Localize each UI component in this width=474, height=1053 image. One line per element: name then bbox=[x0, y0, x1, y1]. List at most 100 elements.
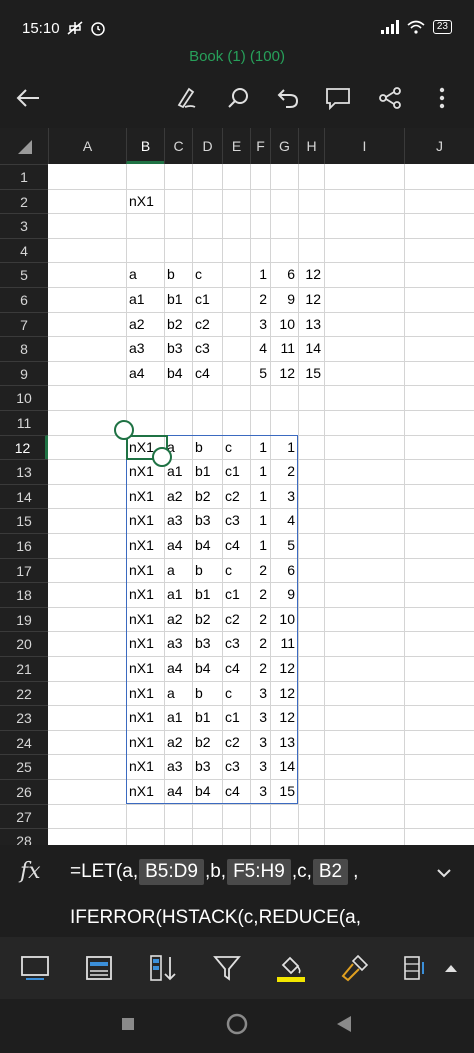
row-header-24[interactable]: 24 bbox=[0, 729, 48, 755]
row-header-4[interactable]: 4 bbox=[0, 237, 48, 263]
row-header-22[interactable]: 22 bbox=[0, 680, 48, 706]
row-header-20[interactable]: 20 bbox=[0, 631, 48, 656]
row-header-19[interactable]: 19 bbox=[0, 606, 48, 632]
select-all-icon[interactable] bbox=[18, 140, 32, 154]
row-header-13[interactable]: 13 bbox=[0, 459, 48, 484]
column-header-b[interactable]: B bbox=[126, 128, 164, 164]
cell[interactable]: 10 bbox=[273, 312, 295, 337]
more-options-button[interactable] bbox=[422, 78, 462, 118]
search-button[interactable] bbox=[218, 78, 258, 118]
formula-bar[interactable]: fx =LET(a, B5:D9 ,b, F5:H9 ,c, B2 , IFER… bbox=[0, 845, 474, 937]
row-header-2[interactable]: 2 bbox=[0, 188, 48, 214]
row-header-21[interactable]: 21 bbox=[0, 656, 48, 681]
cell[interactable]: c1 bbox=[195, 287, 219, 312]
row-header-7[interactable]: 7 bbox=[0, 311, 48, 337]
recents-icon[interactable] bbox=[121, 1017, 135, 1031]
cell[interactable]: b2 bbox=[167, 312, 189, 337]
cell[interactable]: 12 bbox=[273, 361, 295, 386]
formula-text-line-2[interactable]: IFERROR(HSTACK(c,REDUCE(a, bbox=[70, 907, 361, 929]
row-header-16[interactable]: 16 bbox=[0, 533, 48, 558]
cell[interactable]: 12 bbox=[301, 287, 321, 312]
column-header-g[interactable]: G bbox=[270, 128, 298, 164]
format-painter-button[interactable] bbox=[338, 951, 372, 985]
cell[interactable]: nX1 bbox=[129, 189, 161, 214]
share-button[interactable] bbox=[370, 78, 410, 118]
selection-handle-start[interactable] bbox=[114, 419, 134, 440]
keyboard-toggle-button[interactable] bbox=[18, 951, 52, 985]
alarm-icon bbox=[91, 22, 105, 36]
cell[interactable]: 9 bbox=[273, 287, 295, 312]
back-triangle-icon[interactable] bbox=[336, 1015, 352, 1033]
cell[interactable]: 11 bbox=[273, 336, 295, 361]
row-header-10[interactable]: 10 bbox=[0, 385, 48, 410]
cell[interactable]: c bbox=[195, 262, 219, 287]
cell[interactable]: c4 bbox=[195, 361, 219, 386]
column-header-f[interactable]: F bbox=[250, 128, 270, 164]
column-header-d[interactable]: D bbox=[192, 128, 222, 164]
cell[interactable]: 1 bbox=[253, 262, 267, 287]
comment-button[interactable] bbox=[318, 78, 358, 118]
selection-range[interactable] bbox=[126, 434, 298, 804]
cell[interactable]: a1 bbox=[129, 287, 161, 312]
cell[interactable]: 2 bbox=[253, 287, 267, 312]
row-header-28[interactable]: 28 bbox=[0, 828, 48, 845]
cell[interactable]: c2 bbox=[195, 312, 219, 337]
cell[interactable]: b4 bbox=[167, 361, 189, 386]
cell[interactable]: a4 bbox=[129, 361, 161, 386]
table-icon bbox=[86, 956, 112, 980]
cell[interactable]: 12 bbox=[301, 262, 321, 287]
cell[interactable]: b bbox=[167, 262, 189, 287]
table-button[interactable] bbox=[82, 951, 116, 985]
row-header-17[interactable]: 17 bbox=[0, 557, 48, 583]
insert-column-button[interactable] bbox=[398, 951, 432, 985]
cell[interactable]: a bbox=[129, 262, 161, 287]
expand-toolbar-button[interactable] bbox=[434, 951, 468, 985]
column-header-i[interactable]: I bbox=[324, 128, 404, 164]
column-header-a[interactable]: A bbox=[48, 128, 126, 164]
row-header-8[interactable]: 8 bbox=[0, 336, 48, 361]
row-header-6[interactable]: 6 bbox=[0, 287, 48, 312]
cell[interactable]: 3 bbox=[253, 312, 267, 337]
cell[interactable]: a2 bbox=[129, 312, 161, 337]
row-header-9[interactable]: 9 bbox=[0, 360, 48, 386]
column-header-c[interactable]: C bbox=[164, 128, 192, 164]
cell[interactable]: b1 bbox=[167, 287, 189, 312]
row-header-15[interactable]: 15 bbox=[0, 508, 48, 533]
row-header-5[interactable]: 5 bbox=[0, 262, 48, 287]
cell[interactable]: 14 bbox=[301, 336, 321, 361]
cell[interactable]: 4 bbox=[253, 336, 267, 361]
column-header-j[interactable]: J bbox=[404, 128, 474, 164]
column-header-h[interactable]: H bbox=[298, 128, 324, 164]
cell-grid[interactable]: nX1 a b c 1 6 12 a1 b1 c1 2 9 12 a2 b2 c2 3 10 13 a3 b3 c3 4 11… bbox=[48, 164, 474, 845]
cell[interactable]: b3 bbox=[167, 336, 189, 361]
chevron-down-icon[interactable] bbox=[432, 861, 456, 885]
fill-color-button[interactable] bbox=[274, 951, 308, 985]
row-header-26[interactable]: 26 bbox=[0, 779, 48, 804]
document-title[interactable]: Book (1) (100) bbox=[0, 48, 474, 65]
undo-button[interactable] bbox=[268, 78, 308, 118]
row-header-14[interactable]: 14 bbox=[0, 483, 48, 509]
row-header-18[interactable]: 18 bbox=[0, 582, 48, 607]
row-header-11[interactable]: 11 bbox=[0, 410, 48, 435]
filter-button[interactable] bbox=[210, 951, 244, 985]
sort-button[interactable] bbox=[146, 951, 180, 985]
fx-icon[interactable]: fx bbox=[20, 859, 41, 884]
home-icon[interactable] bbox=[226, 1013, 248, 1035]
column-header-e[interactable]: E bbox=[222, 128, 250, 164]
draw-button[interactable] bbox=[166, 78, 206, 118]
cell[interactable]: 13 bbox=[301, 312, 321, 337]
formula-text-line-1[interactable]: =LET(a, B5:D9 ,b, F5:H9 ,c, B2 , bbox=[70, 859, 358, 885]
row-header-23[interactable]: 23 bbox=[0, 705, 48, 730]
row-header-25[interactable]: 25 bbox=[0, 754, 48, 779]
cell[interactable]: 6 bbox=[273, 262, 295, 287]
row-header-1[interactable]: 1 bbox=[0, 164, 48, 189]
back-button[interactable] bbox=[8, 78, 48, 118]
row-header-27[interactable]: 27 bbox=[0, 803, 48, 829]
cell[interactable]: c3 bbox=[195, 336, 219, 361]
cell[interactable]: 5 bbox=[253, 361, 267, 386]
row-header-3[interactable]: 3 bbox=[0, 213, 48, 238]
spreadsheet[interactable]: ABCDEFGHIJ 1 2 3 4 5 6 7 8 9 10 11 12 13 14 15 16 17 18 19… bbox=[0, 128, 474, 845]
cell[interactable]: 15 bbox=[301, 361, 321, 386]
cell[interactable]: a3 bbox=[129, 336, 161, 361]
row-header-12[interactable]: 12 bbox=[0, 434, 48, 460]
